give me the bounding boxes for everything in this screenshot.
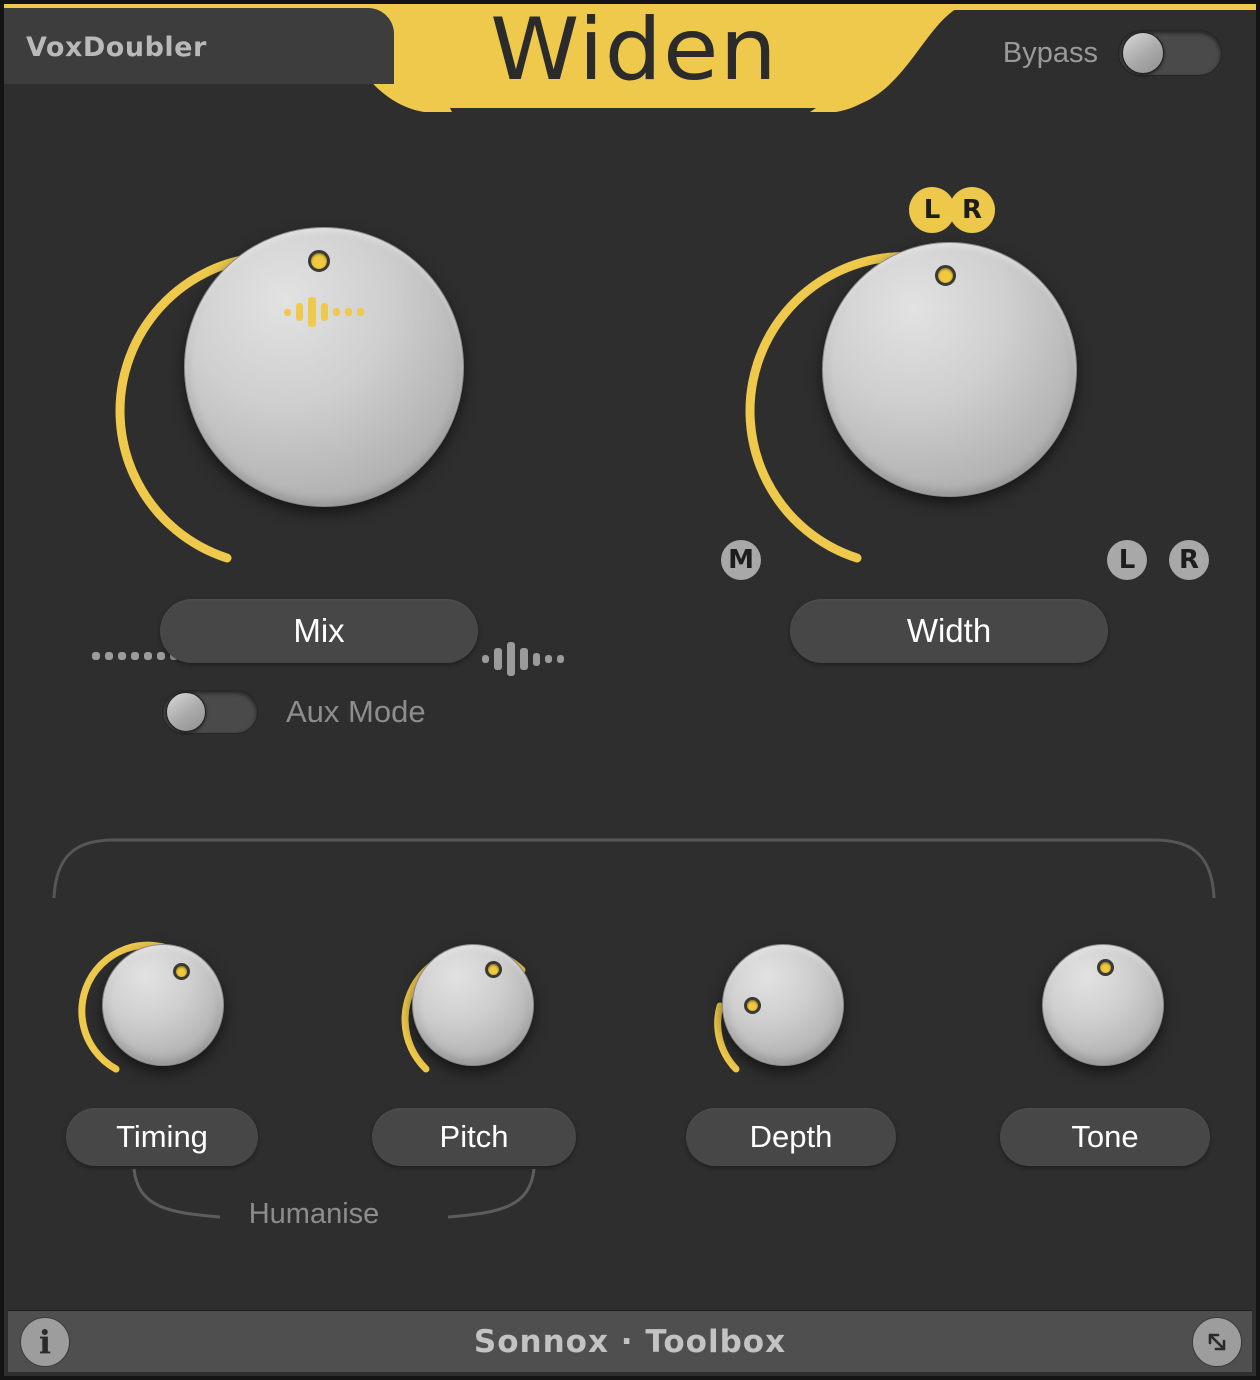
resize-handle[interactable] [1192,1316,1242,1367]
info-icon: i [38,1322,52,1361]
width-lr-badge[interactable]: L R [909,187,995,233]
mix-label: Mix [293,612,345,649]
mix-knob-group [115,172,484,572]
plugin-window: VoxDoubler Widen Bypass Mix Aux Mode L R… [0,0,1260,1380]
width-knob-pointer [935,265,956,286]
waveform-icon-active [284,297,364,327]
section-divider [52,838,1216,899]
aux-mode-row: Aux Mode [162,690,426,734]
width-label-pill[interactable]: Width [790,599,1108,663]
brand-text: Sonnox · Toolbox [473,1323,787,1360]
pitch-label: Pitch [439,1119,509,1154]
main-panel: Mix Aux Mode L R M L R Width Timing Pitc… [4,112,1256,1322]
width-label: Width [906,612,992,649]
resize-diagonal-icon [1208,1333,1226,1350]
timing-label: Timing [116,1119,208,1154]
bypass-toggle[interactable] [1118,30,1222,76]
mix-knob-dial[interactable] [184,227,464,507]
bypass-toggle-knob[interactable] [1122,32,1164,74]
width-left-button[interactable]: L [1107,540,1147,580]
depth-knob-group [684,922,884,1102]
tone-label: Tone [1071,1119,1139,1154]
lr-badge-right: R [949,187,995,233]
tone-knob-pointer [1097,959,1114,976]
depth-knob-pointer [744,997,761,1014]
depth-label-pill[interactable]: Depth [686,1108,896,1166]
width-left-label: L [1118,545,1136,575]
tone-label-pill[interactable]: Tone [1000,1108,1210,1166]
header-bar: VoxDoubler Widen Bypass [4,4,1256,112]
aux-mode-toggle[interactable] [162,690,258,734]
pitch-label-pill[interactable]: Pitch [372,1108,576,1166]
humanise-label: Humanise [248,1198,380,1230]
timing-knob-group [64,922,264,1102]
timing-label-pill[interactable]: Timing [66,1108,258,1166]
pitch-knob-group [374,922,574,1102]
waveform-icon [482,642,564,676]
dots-icon [92,652,178,660]
mix-label-pill[interactable]: Mix [160,599,478,663]
width-mono-button[interactable]: M [721,540,761,580]
pitch-knob-pointer [485,961,502,978]
aux-mode-label: Aux Mode [286,694,426,729]
width-knob-dial[interactable] [822,242,1077,497]
tone-knob-dial[interactable] [1042,944,1164,1066]
bypass-label: Bypass [1002,36,1098,69]
timing-knob-pointer [173,963,190,980]
width-right-button[interactable]: R [1169,540,1209,580]
width-right-label: R [1178,545,1200,575]
width-mono-label: M [728,545,754,575]
bypass-group: Bypass [1003,30,1222,76]
mix-knob-pointer [308,250,330,272]
timing-knob-dial[interactable] [102,944,224,1066]
depth-label: Depth [749,1119,833,1154]
footer-bar: i Sonnox · Toolbox [8,1310,1252,1372]
info-button[interactable]: i [20,1316,70,1367]
depth-knob-dial[interactable] [722,944,844,1066]
tone-knob-group [994,922,1194,1102]
pitch-knob-dial[interactable] [412,944,534,1066]
aux-mode-toggle-knob[interactable] [166,692,206,732]
